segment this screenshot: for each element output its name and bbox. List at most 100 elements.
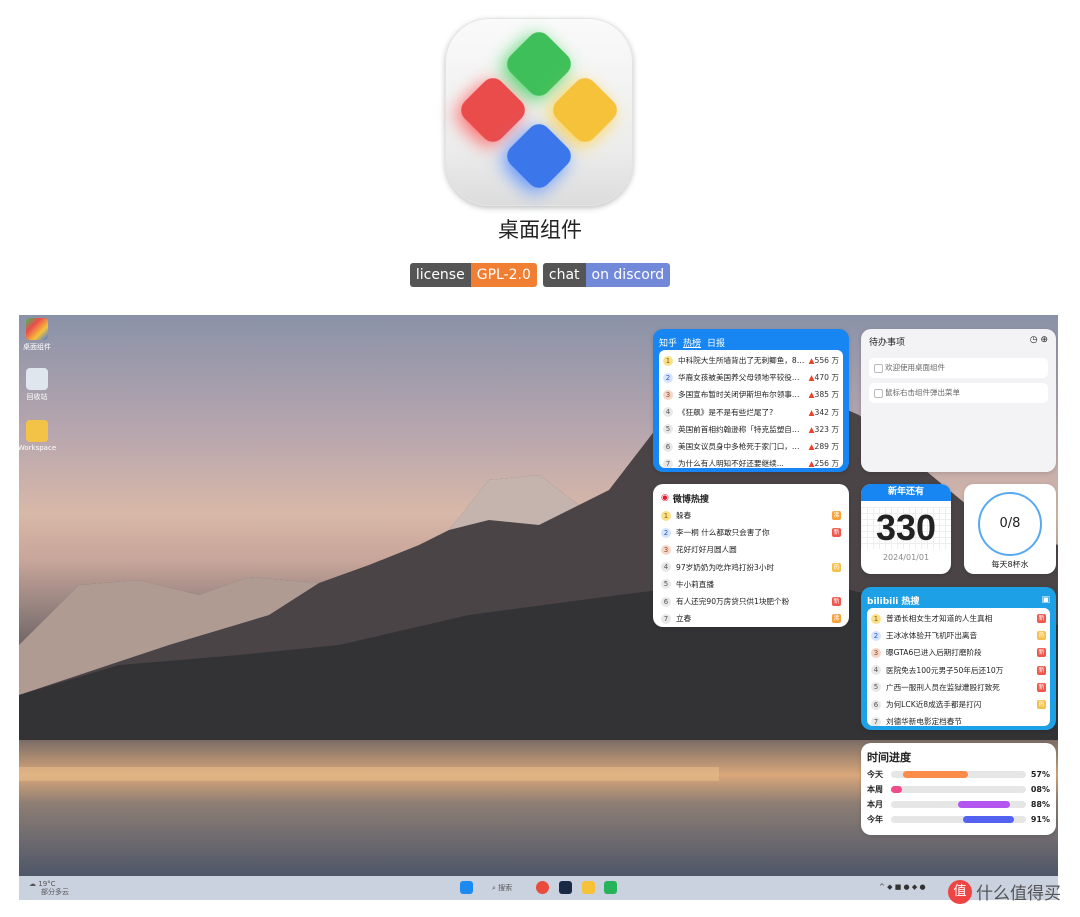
taskbar-search[interactable]: ⌕ 搜索 [492,883,512,893]
list-item[interactable]: 6 有人还完90万房贷只供1块肥个粉 新 [661,593,841,610]
list-item[interactable]: 5 牛小莉直播 [661,576,841,593]
item-title: 为什么有人明知不好还要继续... [678,459,784,468]
bilibili-hot-widget[interactable]: bilibili 热搜 ▣ 1 普通长相女生才知道的人生真相新 2 王冰冰体验开飞机吓… [861,587,1056,730]
clock-icon[interactable]: ◷ [1030,335,1038,345]
app-icon [26,318,48,340]
progress-label: 本周 [867,785,883,794]
list-item[interactable]: 3 花好灯好月圆人圆 [661,541,841,558]
list-item[interactable]: 3 多国宣布暂时关闭伊斯坦布尔领事馆... ▲385 万 [663,386,839,403]
weibo-hot-widget[interactable]: ◉ 微博热搜 1 躲春沸 2 李一桐 什么都敢只会害了你新 3 花好灯好月圆人圆 4 97… [653,484,849,627]
todo-item[interactable]: 鼠标右击组件弹出菜单 [869,383,1048,403]
system-tray-icons[interactable]: ^ ◆ ■ ● ◆ ● [879,883,926,891]
list-item[interactable]: 7 为什么有人明知不好还要继续... ▲256 万 [663,455,839,468]
heat-value: ▲556 万 [809,355,839,366]
item-title: 英国前首相约翰逊称「特克监塑自己... [678,424,806,434]
item-title: 立春 [676,614,692,624]
smzdm-watermark: 值什么值得买 [948,879,1061,904]
list-item[interactable]: 6 美国女议员身中多枪死于家门口，警... ▲289 万 [663,438,839,455]
tab-daily[interactable]: 日报 [707,336,725,349]
progress-percent: 08% [1030,785,1050,794]
badge-value: GPL-2.0 [470,263,537,287]
desktop-icon-app[interactable]: 桌面组件 [19,318,63,352]
rank-badge: 4 [661,562,671,573]
item-title: 《狂飙》是不是有些烂尾了? [678,407,774,417]
license-badge[interactable]: license GPL-2.0 [409,263,537,287]
wechat-icon[interactable] [604,881,617,894]
list-item[interactable]: 5 英国前首相约翰逊称「特克监塑自己... ▲323 万 [663,421,839,438]
heat-value: ▲342 万 [809,407,839,418]
tag-badge: 新 [832,597,841,607]
windows-start-icon[interactable] [460,881,473,894]
list-item[interactable]: 3 曝GTA6已进入后期打磨阶段 新 [871,644,1046,661]
heat-text: 342 万 [814,407,839,417]
new-year-countdown-widget[interactable]: 新年还有 330 2024/01/01 [861,484,951,574]
zhihu-hot-widget[interactable]: 知乎 热榜 日报 1 中科院大生所墙背出了无刺鲫鱼，80... ▲556 万 2 华裔… [653,329,849,472]
list-item[interactable]: 4 97岁奶奶为吃炸鸡打扮3小时 热 [661,559,841,576]
zhihu-header: 知乎 热榜 日报 [659,334,843,350]
heat-text: 289 万 [814,442,839,452]
list-item[interactable]: 2 李一桐 什么都敢只会害了你 新 [661,524,841,541]
item-title: 中科院大生所墙背出了无刺鲫鱼，80... [678,356,806,366]
taskbar: ☁ 19°C 部分多云 ⌕ 搜索 ^ ◆ ■ ● ◆ ● [19,876,1058,900]
heat-text: 470 万 [814,373,839,383]
todo-widget[interactable]: 待办事项 ◷ ⊕ 欢迎使用桌面组件 鼠标右击组件弹出菜单 [861,329,1056,472]
list-item[interactable]: 1 躲春 沸 [661,507,841,524]
rank-badge: 4 [871,665,881,676]
list-item[interactable]: 1 中科院大生所墙背出了无刺鲫鱼，80... ▲556 万 [663,352,839,369]
item-title: 有人还完90万房贷只供1块肥个粉 [676,597,790,607]
add-icon[interactable]: ⊕ [1040,335,1048,345]
desktop-widgets-icon[interactable] [582,881,595,894]
item-title: 97岁奶奶为吃炸鸡打扮3小时 [676,562,775,572]
yellow-gem-icon [548,73,622,147]
calendar-icon[interactable]: ▣ [1041,595,1050,605]
progress-label: 今天 [867,770,883,779]
heat-value: ▲470 万 [809,372,839,383]
progress-fill [903,771,968,778]
progress-label: 今年 [867,815,883,824]
weather-widget[interactable]: ☁ 19°C 部分多云 [29,880,69,896]
zhihu-list: 1 中科院大生所墙背出了无刺鲫鱼，80... ▲556 万 2 华裔女孩被美国养父母领… [659,350,843,468]
qq-icon[interactable] [559,881,572,894]
list-item[interactable]: 5 广西一服刑人员在监狱遭殴打致死 新 [871,679,1046,696]
list-item[interactable]: 6 为何LCK近8成选手都是打闪 热 [871,696,1046,713]
time-progress-widget[interactable]: 时间进度 今天 57% 本周 08% 本月 88% 今年 91% [861,743,1056,835]
todo-header: 待办事项 ◷ ⊕ [869,335,1048,353]
tag-badge: 沸 [832,614,841,624]
list-item[interactable]: 2 王冰冰体验开飞机吓出离音 热 [871,627,1046,644]
todo-item[interactable]: 欢迎使用桌面组件 [869,358,1048,378]
heat-value: ▲385 万 [809,389,839,400]
list-item[interactable]: 7 刘德华新电影定档春节 [871,713,1046,726]
list-item[interactable]: 7 立春 沸 [661,610,841,627]
blue-gem-icon [502,119,576,193]
list-item[interactable]: 4 医院免去100元男子50年后还10万 新 [871,662,1046,679]
bilibili-logo: bilibili [867,596,899,607]
progress-percent: 91% [1030,815,1050,824]
tab-hot-list[interactable]: 热榜 [683,336,701,349]
heat-value: ▲256 万 [809,458,839,468]
todo-title: 待办事项 [869,338,906,348]
heat-text: 385 万 [814,390,839,400]
chrome-icon[interactable] [536,881,549,894]
weibo-title: 微博热搜 [672,494,709,505]
list-item[interactable]: 4 《狂飙》是不是有些烂尾了? ▲342 万 [663,404,839,421]
water-widget[interactable]: 0/8 每天8杯水 [964,484,1056,574]
countdown-label: 新年还有 [861,484,951,501]
badge-label: chat [542,263,586,287]
list-item[interactable]: 2 华裔女孩被美国养父母领地平较役十... ▲470 万 [663,369,839,386]
desktop-screenshot: 桌面组件 回收站 Workspace 知乎 热榜 日报 1 中科院大生所墙背出了无… [19,315,1058,900]
search-icon: ⌕ [492,884,496,892]
zhihu-brand: 知乎 [659,338,678,349]
item-title: 普通长相女生才知道的人生真相 [886,614,993,624]
rank-badge: 5 [871,682,881,693]
badge-label: license [409,263,471,287]
list-item[interactable]: 1 普通长相女生才知道的人生真相 新 [871,610,1046,627]
rank-badge: 1 [663,355,673,366]
tag-badge: 新 [1037,682,1046,692]
weather-temp: 19°C [38,880,56,888]
desktop-icon-recycle-bin[interactable]: 回收站 [19,368,63,402]
desktop-icon-folder[interactable]: Workspace [19,420,63,452]
rank-badge: 5 [663,424,673,435]
discord-badge[interactable]: chat on discord [542,263,671,287]
progress-label: 本月 [867,800,883,809]
item-title: 美国女议员身中多枪死于家门口，警... [678,442,806,452]
